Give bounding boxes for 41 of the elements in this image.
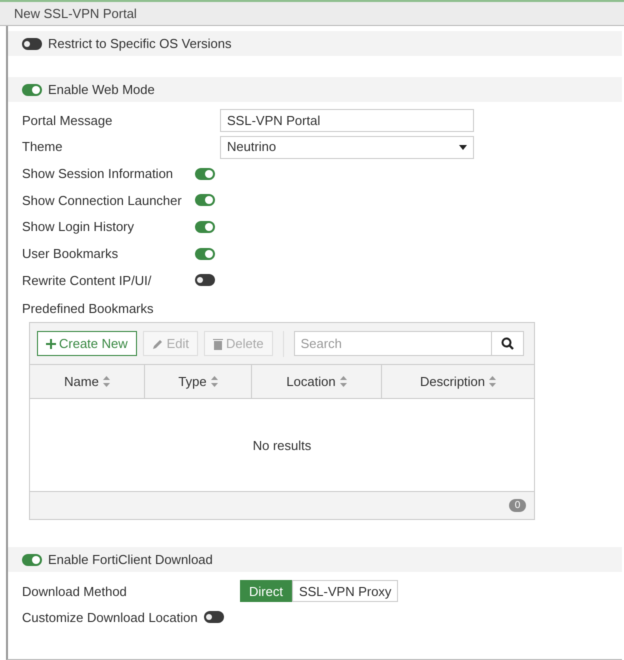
theme-dropdown[interactable]: Neutrino bbox=[220, 136, 474, 159]
count-badge: 0 bbox=[509, 499, 526, 512]
section-label: Restrict to Specific OS Versions bbox=[48, 34, 232, 53]
segment-option[interactable]: Direct bbox=[240, 580, 292, 602]
field-label: Show Login History bbox=[22, 218, 135, 236]
toggle-switch[interactable] bbox=[204, 611, 224, 624]
field-label: Customize Download Location bbox=[22, 608, 198, 627]
section-label: Enable FortiClient Download bbox=[48, 551, 213, 570]
field-label: Rewrite Content IP/UI/ bbox=[22, 272, 152, 290]
field-label: Theme bbox=[22, 138, 64, 156]
field-label: Download Method bbox=[22, 582, 128, 601]
segment-option[interactable]: SSL-VPN Proxy bbox=[292, 580, 398, 602]
sort-icon bbox=[210, 376, 218, 388]
section-label: Enable Web Mode bbox=[48, 80, 155, 99]
toggle-switch[interactable] bbox=[195, 194, 215, 206]
toggle-switch[interactable] bbox=[195, 168, 215, 180]
caret-icon bbox=[459, 144, 467, 150]
toggle-switch[interactable] bbox=[195, 221, 215, 234]
search-button[interactable] bbox=[492, 331, 524, 356]
toggle-switch[interactable] bbox=[22, 38, 42, 50]
create-new-button[interactable]: Create New bbox=[37, 331, 137, 356]
toggle-switch[interactable] bbox=[22, 84, 42, 96]
field-label: User Bookmarks bbox=[22, 245, 120, 264]
sort-icon bbox=[489, 376, 496, 388]
field-label: Show Connection Launcher bbox=[22, 192, 183, 210]
sort-icon bbox=[102, 376, 110, 388]
sort-icon bbox=[340, 376, 347, 388]
toggle-switch[interactable] bbox=[22, 554, 42, 566]
field-label: Predefined Bookmarks bbox=[22, 300, 155, 318]
field-label: Portal Message bbox=[22, 112, 114, 130]
search-field[interactable]: Search bbox=[294, 331, 492, 356]
plus-icon bbox=[46, 338, 56, 349]
toggle-switch[interactable] bbox=[195, 248, 215, 260]
search-icon bbox=[501, 337, 514, 350]
empty-message: No results bbox=[252, 436, 312, 455]
text-field[interactable]: SSL-VPN Portal bbox=[220, 108, 474, 132]
trash-icon bbox=[213, 338, 224, 350]
toggle-switch[interactable] bbox=[195, 274, 215, 286]
window-title: New SSL-VPN Portal bbox=[14, 4, 137, 23]
field-label: Show Session Information bbox=[22, 164, 174, 183]
pencil-icon bbox=[152, 338, 164, 350]
